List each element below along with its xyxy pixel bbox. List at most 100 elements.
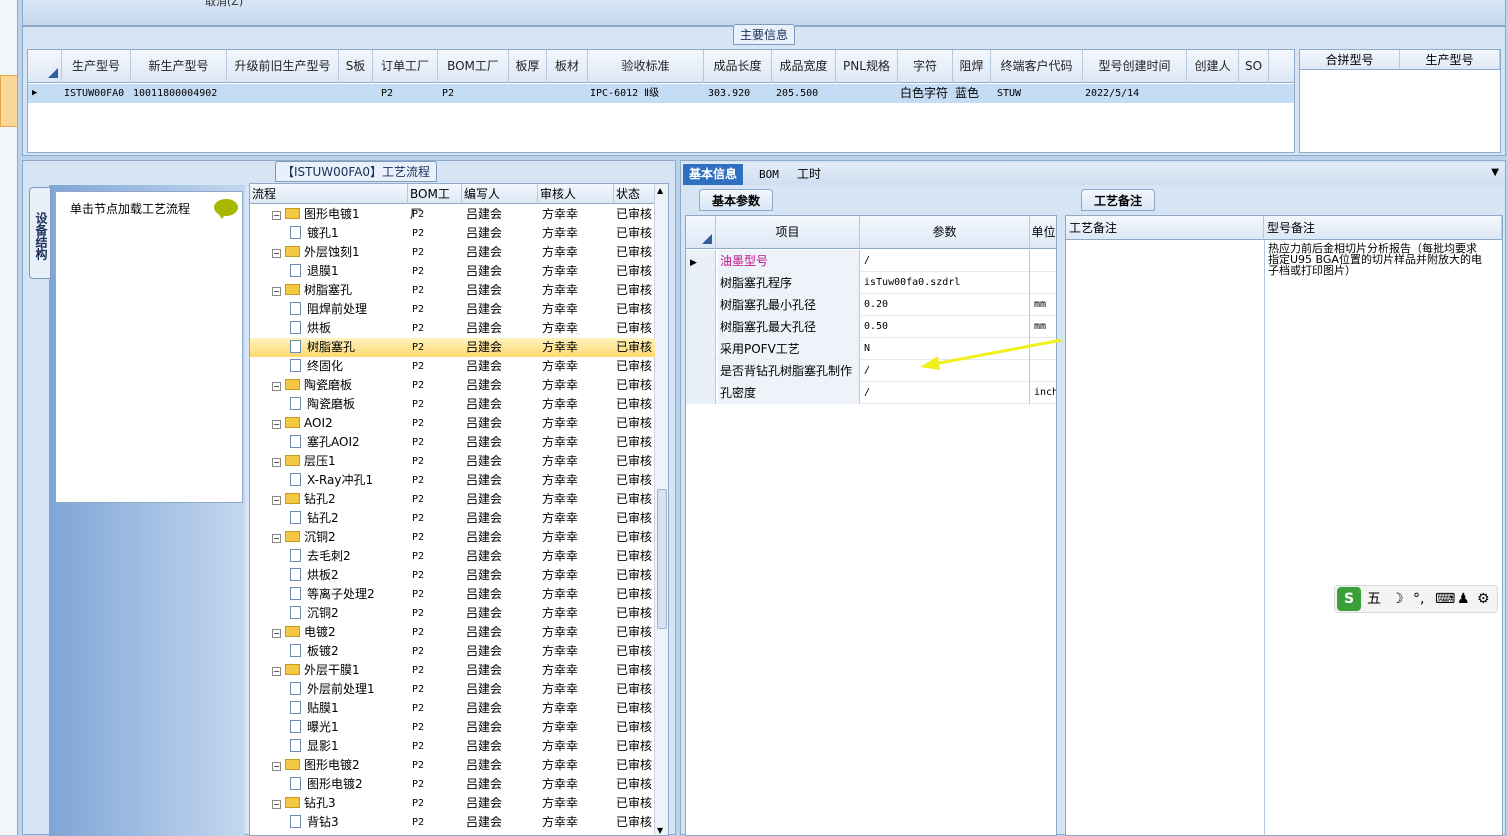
tree-row[interactable]: − 树脂塞孔 P2 吕建会 方幸幸 已审核 bbox=[250, 281, 655, 300]
param-value[interactable]: 0.20 bbox=[862, 294, 1030, 316]
param-row[interactable]: 孔密度/ inch2 bbox=[686, 382, 1056, 404]
tree-row[interactable]: 贴膜1 P2 吕建会 方幸幸 已审核 bbox=[250, 699, 655, 718]
tab-basic-info[interactable]: 基本信息 bbox=[683, 164, 744, 185]
chevron-down-icon[interactable]: ▼ bbox=[1491, 167, 1499, 178]
tree-row[interactable]: 陶瓷磨板 P2 吕建会 方幸幸 已审核 bbox=[250, 395, 655, 414]
param-value[interactable]: / bbox=[862, 250, 1030, 272]
col-customer[interactable]: 终端客户代码 bbox=[991, 50, 1083, 83]
tree-row[interactable]: − 沉铜2 P2 吕建会 方幸幸 已审核 bbox=[250, 528, 655, 547]
col-standard[interactable]: 验收标准 bbox=[588, 50, 704, 83]
cell-model[interactable]: ISTUW00FA0 bbox=[62, 84, 131, 103]
param-row[interactable]: 树脂塞孔程序 isTuw00fa0.szdrl bbox=[686, 272, 1056, 294]
col-model-note[interactable]: 型号备注 bbox=[1264, 216, 1502, 240]
cell-width[interactable]: 205.500 bbox=[772, 84, 836, 103]
tree-row[interactable]: 烘板2 P2 吕建会 方幸幸 已审核 bbox=[250, 566, 655, 585]
tree-row[interactable]: 树脂塞孔 P2 吕建会 方幸幸 已审核 bbox=[250, 338, 655, 357]
collapse-icon[interactable]: − bbox=[272, 458, 281, 467]
tab-equipment-structure[interactable]: 设备结构 bbox=[29, 187, 51, 279]
tree-row[interactable]: − 钻孔3 P2 吕建会 方幸幸 已审核 bbox=[250, 794, 655, 813]
col-order-factory[interactable]: 订单工厂 bbox=[373, 50, 438, 83]
col-reviewer[interactable]: 审核人 bbox=[538, 184, 614, 204]
col-unit[interactable]: 单位 bbox=[1030, 216, 1056, 249]
cell-new-model[interactable]: 10011800004902 bbox=[131, 84, 227, 103]
tree-row[interactable]: − 陶瓷磨板 P2 吕建会 方幸幸 已审核 bbox=[250, 376, 655, 395]
param-value[interactable]: / bbox=[862, 382, 1030, 404]
collapse-icon[interactable]: − bbox=[272, 287, 281, 296]
col-production-model[interactable]: 生产型号 bbox=[1400, 50, 1500, 70]
collapse-icon[interactable]: − bbox=[272, 249, 281, 258]
cell-silkscreen[interactable]: 白色字符 bbox=[898, 84, 953, 103]
col-tree-bom[interactable]: BOM工厂 bbox=[408, 184, 462, 221]
col-new-model[interactable]: 新生产型号 bbox=[131, 50, 227, 83]
keyboard-icon[interactable]: ⌨ bbox=[1435, 586, 1455, 612]
col-model[interactable]: 生产型号 bbox=[62, 50, 131, 83]
tree-row[interactable]: 退膜1 P2 吕建会 方幸幸 已审核 bbox=[250, 262, 655, 281]
moon-icon[interactable]: ☽ bbox=[1391, 586, 1404, 612]
model-note-text[interactable]: 热应力前后金相切片分析报告（每批均要求指定U95 BGA位置的切片样品并附放大的… bbox=[1268, 243, 1486, 276]
col-so[interactable]: SO bbox=[1239, 50, 1269, 83]
collapse-icon[interactable]: − bbox=[272, 382, 281, 391]
cell-customer[interactable]: STUW bbox=[991, 84, 1083, 103]
cell-standard[interactable]: IPC-6012 Ⅱ级 bbox=[588, 84, 704, 103]
col-flow[interactable]: 流程 bbox=[250, 184, 408, 204]
ime-toolbar[interactable]: S 五 ☽ °, ⌨ ♟ ⚙ bbox=[1334, 585, 1498, 613]
collapse-icon[interactable]: − bbox=[272, 667, 281, 676]
user-icon[interactable]: ♟ bbox=[1457, 586, 1470, 612]
tree-row[interactable]: 曝光1 P2 吕建会 方幸幸 已审核 bbox=[250, 718, 655, 737]
col-param[interactable]: 参数 bbox=[860, 216, 1030, 249]
cell-length[interactable]: 303.920 bbox=[704, 84, 772, 103]
col-thickness[interactable]: 板厚 bbox=[509, 50, 547, 83]
scroll-down-icon[interactable]: ▼ bbox=[657, 826, 663, 835]
tree-row[interactable]: X-Ray冲孔1 P2 吕建会 方幸幸 已审核 bbox=[250, 471, 655, 490]
tree-row[interactable]: 终固化 P2 吕建会 方幸幸 已审核 bbox=[250, 357, 655, 376]
tree-row[interactable]: 板镀2 P2 吕建会 方幸幸 已审核 bbox=[250, 642, 655, 661]
col-creator[interactable]: 创建人 bbox=[1187, 50, 1239, 83]
cell-bom-factory[interactable]: P2 bbox=[438, 84, 509, 103]
col-writer[interactable]: 编写人 bbox=[462, 184, 538, 204]
tree-row[interactable]: 沉铜2 P2 吕建会 方幸幸 已审核 bbox=[250, 604, 655, 623]
col-pnl[interactable]: PNL规格 bbox=[836, 50, 898, 83]
tree-row[interactable]: − 钻孔2 P2 吕建会 方幸幸 已审核 bbox=[250, 490, 655, 509]
collapse-icon[interactable]: − bbox=[272, 800, 281, 809]
col-old-model[interactable]: 升级前旧生产型号 bbox=[227, 50, 339, 83]
tree-row[interactable]: − 图形电镀1 P2 吕建会 方幸幸 已审核 bbox=[250, 205, 655, 224]
col-width[interactable]: 成品宽度 bbox=[772, 50, 836, 83]
col-status[interactable]: 状态 bbox=[614, 184, 656, 204]
tree-row[interactable]: 背钻3 P2 吕建会 方幸幸 已审核 bbox=[250, 813, 655, 832]
collapse-icon[interactable]: − bbox=[272, 762, 281, 771]
settings-icon[interactable]: ⚙ bbox=[1477, 586, 1490, 612]
tree-row[interactable]: 去毛刺2 P2 吕建会 方幸幸 已审核 bbox=[250, 547, 655, 566]
param-value[interactable]: isTuw00fa0.szdrl bbox=[862, 272, 1030, 294]
tree-row[interactable]: 显影1 P2 吕建会 方幸幸 已审核 bbox=[250, 737, 655, 756]
col-process-note[interactable]: 工艺备注 bbox=[1066, 216, 1264, 240]
col-silkscreen[interactable]: 字符 bbox=[898, 50, 953, 83]
tree-row[interactable]: 烘板 P2 吕建会 方幸幸 已审核 bbox=[250, 319, 655, 338]
tab-work-hours[interactable]: 工时 bbox=[791, 164, 827, 185]
cell-created[interactable]: 2022/5/14 bbox=[1083, 84, 1187, 103]
punctuation-icon[interactable]: °, bbox=[1413, 586, 1424, 612]
tree-row[interactable]: 镀孔1 P2 吕建会 方幸幸 已审核 bbox=[250, 224, 655, 243]
col-material[interactable]: 板材 bbox=[547, 50, 588, 83]
col-solder-mask[interactable]: 阻焊 bbox=[953, 50, 991, 83]
tree-row[interactable]: − 外层干膜1 P2 吕建会 方幸幸 已审核 bbox=[250, 661, 655, 680]
col-item[interactable]: 项目 bbox=[716, 216, 860, 249]
tab-bom[interactable]: BOM bbox=[753, 164, 785, 185]
ime-mode[interactable]: 五 bbox=[1367, 586, 1381, 612]
tree-row[interactable]: 塞孔AOI2 P2 吕建会 方幸幸 已审核 bbox=[250, 433, 655, 452]
tree-row[interactable]: − 外层蚀刻1 P2 吕建会 方幸幸 已审核 bbox=[250, 243, 655, 262]
col-created[interactable]: 型号创建时间 bbox=[1083, 50, 1187, 83]
tree-row[interactable]: − AOI2 P2 吕建会 方幸幸 已审核 bbox=[250, 414, 655, 433]
tree-row[interactable]: 阻焊前处理 P2 吕建会 方幸幸 已审核 bbox=[250, 300, 655, 319]
tree-row[interactable]: − 电镀2 P2 吕建会 方幸幸 已审核 bbox=[250, 623, 655, 642]
col-length[interactable]: 成品长度 bbox=[704, 50, 772, 83]
collapse-icon[interactable]: − bbox=[272, 534, 281, 543]
scroll-up-icon[interactable]: ▲ bbox=[657, 186, 663, 195]
sogou-logo-icon[interactable]: S bbox=[1337, 587, 1361, 611]
col-bom-factory[interactable]: BOM工厂 bbox=[438, 50, 509, 83]
scroll-thumb[interactable] bbox=[657, 489, 667, 629]
cell-solder-mask[interactable]: 蓝色 bbox=[953, 84, 991, 103]
collapse-icon[interactable]: − bbox=[272, 420, 281, 429]
param-row[interactable]: 树脂塞孔最小孔径 0.20 mm bbox=[686, 294, 1056, 316]
col-merge-model[interactable]: 合拼型号 bbox=[1300, 50, 1400, 70]
collapse-icon[interactable]: − bbox=[272, 629, 281, 638]
